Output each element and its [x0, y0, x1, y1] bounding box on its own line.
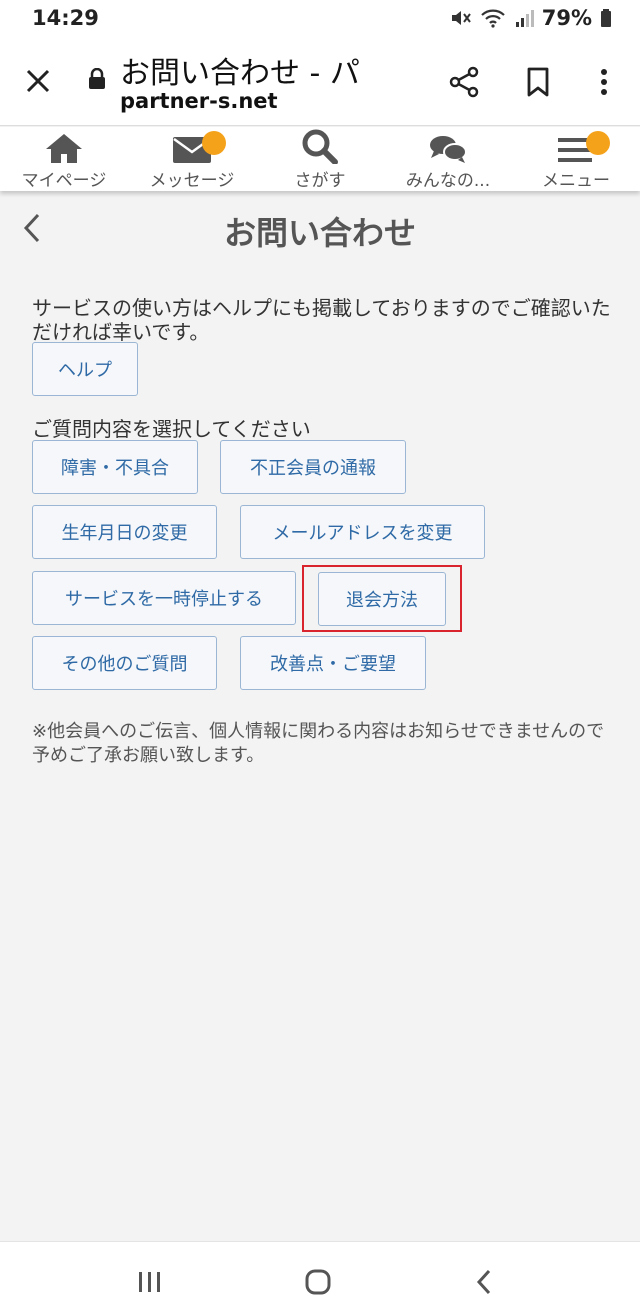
bookmark-icon [527, 67, 549, 97]
nav-label: みんなの... [405, 171, 491, 191]
back-icon [476, 1269, 491, 1295]
android-nav-bar [0, 1241, 640, 1316]
status-icons: 79% [450, 6, 612, 30]
report-fraud-button[interactable]: 不正会員の通報 [220, 440, 406, 494]
change-birthday-button[interactable]: 生年月日の変更 [32, 505, 217, 559]
menu-icon [556, 127, 610, 164]
feedback-button[interactable]: 改善点・ご要望 [240, 636, 426, 690]
wifi-icon [480, 9, 505, 28]
browser-page-title[interactable]: お問い合わせ - パ [120, 48, 390, 92]
notification-badge [202, 131, 226, 155]
nav-label: メッセージ [149, 171, 235, 191]
change-email-button[interactable]: メールアドレスを変更 [240, 505, 485, 559]
chat-icon [428, 127, 468, 164]
notification-badge [586, 131, 610, 155]
help-button[interactable]: ヘルプ [32, 342, 138, 396]
home-button[interactable] [298, 1262, 338, 1302]
nav-label: さがす [294, 171, 346, 191]
site-nav: マイページ メッセージ さがす みんなの... メニュー [0, 127, 640, 191]
highlight-box [302, 565, 462, 632]
battery-percent: 79% [541, 6, 592, 30]
recent-apps-icon [139, 1272, 160, 1292]
signal-icon [515, 10, 534, 27]
select-label: ご質問内容を選択してください [32, 417, 311, 441]
share-icon [449, 66, 479, 98]
browser-toolbar: お問い合わせ - パ partner-s.net [0, 36, 640, 126]
more-vert-icon [601, 69, 607, 95]
page-title: お問い合わせ [223, 214, 416, 252]
more-options-button[interactable] [586, 62, 622, 102]
recent-apps-button[interactable] [130, 1262, 170, 1302]
battery-icon [601, 9, 611, 27]
note-text: ※他会員へのご伝言、個人情報に関わる内容はお知らせできませんので予めご了承お願い… [32, 721, 605, 766]
mail-icon [172, 127, 226, 164]
status-bar: 14:29 79% [0, 0, 640, 36]
status-time: 14:29 [32, 6, 99, 30]
other-question-button[interactable]: その他のご質問 [32, 636, 217, 690]
nav-item-search[interactable]: さがす [256, 127, 384, 191]
share-button[interactable] [444, 62, 484, 102]
lock-icon [89, 68, 105, 89]
intro-text: サービスの使い方はヘルプにも掲載しておりますのでご確認いただければ幸いです。 [32, 296, 611, 344]
bookmark-button[interactable] [518, 62, 558, 102]
trouble-button[interactable]: 障害・不具合 [32, 440, 198, 494]
browser-url[interactable]: partner-s.net [120, 89, 278, 113]
nav-label: メニュー [542, 171, 610, 191]
close-icon [26, 69, 50, 93]
nav-item-message[interactable]: メッセージ [128, 127, 256, 191]
nav-item-community[interactable]: みんなの... [384, 127, 512, 191]
home-circle-icon [305, 1269, 331, 1295]
nav-item-menu[interactable]: メニュー [512, 127, 640, 191]
nav-item-mypage[interactable]: マイページ [0, 127, 128, 191]
back-nav-button[interactable] [464, 1262, 504, 1302]
home-icon [44, 127, 84, 164]
search-icon [301, 127, 339, 164]
mute-icon [451, 11, 471, 25]
pause-service-button[interactable]: サービスを一時停止する [32, 571, 296, 625]
close-tab-button[interactable] [20, 63, 56, 99]
nav-label: マイページ [21, 171, 107, 191]
